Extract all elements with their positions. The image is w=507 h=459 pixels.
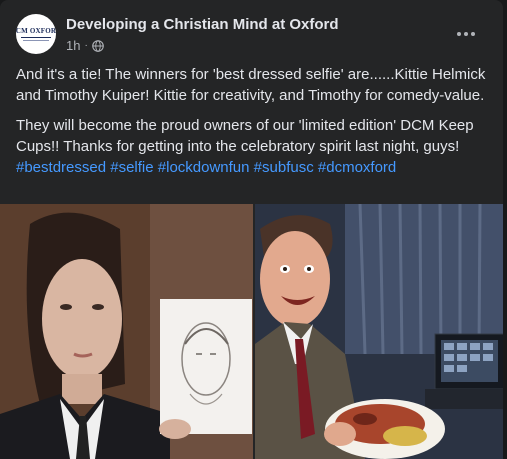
hashtag-link[interactable]: #bestdressed — [16, 159, 106, 176]
avatar-logo-rule — [21, 37, 51, 38]
hashtag-link[interactable]: #dcmoxford — [318, 159, 396, 176]
more-dot-2 — [464, 32, 468, 36]
post-paragraph-2-text: They will become the proud owners of our… — [16, 117, 474, 155]
hashtag-link[interactable]: #subfusc — [254, 159, 314, 176]
more-options-icon — [457, 32, 461, 36]
avatar-logo-text: DCM OXFORD — [16, 27, 56, 35]
photo-left-selfie — [0, 204, 253, 459]
post-paragraph-2: They will become the proud owners of our… — [16, 115, 488, 178]
more-options-button[interactable] — [448, 20, 484, 48]
post-photo[interactable] — [0, 204, 503, 459]
post-card: DCM OXFORD Developing a Christian Mind a… — [0, 0, 503, 459]
page-avatar[interactable]: DCM OXFORD — [16, 14, 56, 54]
post-paragraph-1: And it's a tie! The winners for 'best dr… — [16, 66, 486, 104]
hashtag-list: #bestdressed #selfie #lockdownfun #subfu… — [16, 159, 396, 176]
avatar-logo-subrule — [23, 40, 49, 41]
post-body: And it's a tie! The winners for 'best dr… — [16, 64, 488, 187]
photo-right-selfie — [254, 204, 503, 459]
meta-separator-dot: · — [84, 40, 88, 51]
globe-icon[interactable] — [92, 39, 104, 52]
post-meta: 1h · — [66, 38, 104, 53]
hashtag-link[interactable]: #lockdownfun — [158, 159, 250, 176]
more-dot-3 — [471, 32, 475, 36]
post-timestamp[interactable]: 1h — [66, 38, 80, 53]
right-selfie-illustration — [254, 204, 503, 459]
page-name-link[interactable]: Developing a Christian Mind at Oxford — [66, 16, 339, 33]
left-selfie-illustration — [0, 204, 253, 459]
hashtag-link[interactable]: #selfie — [110, 159, 153, 176]
